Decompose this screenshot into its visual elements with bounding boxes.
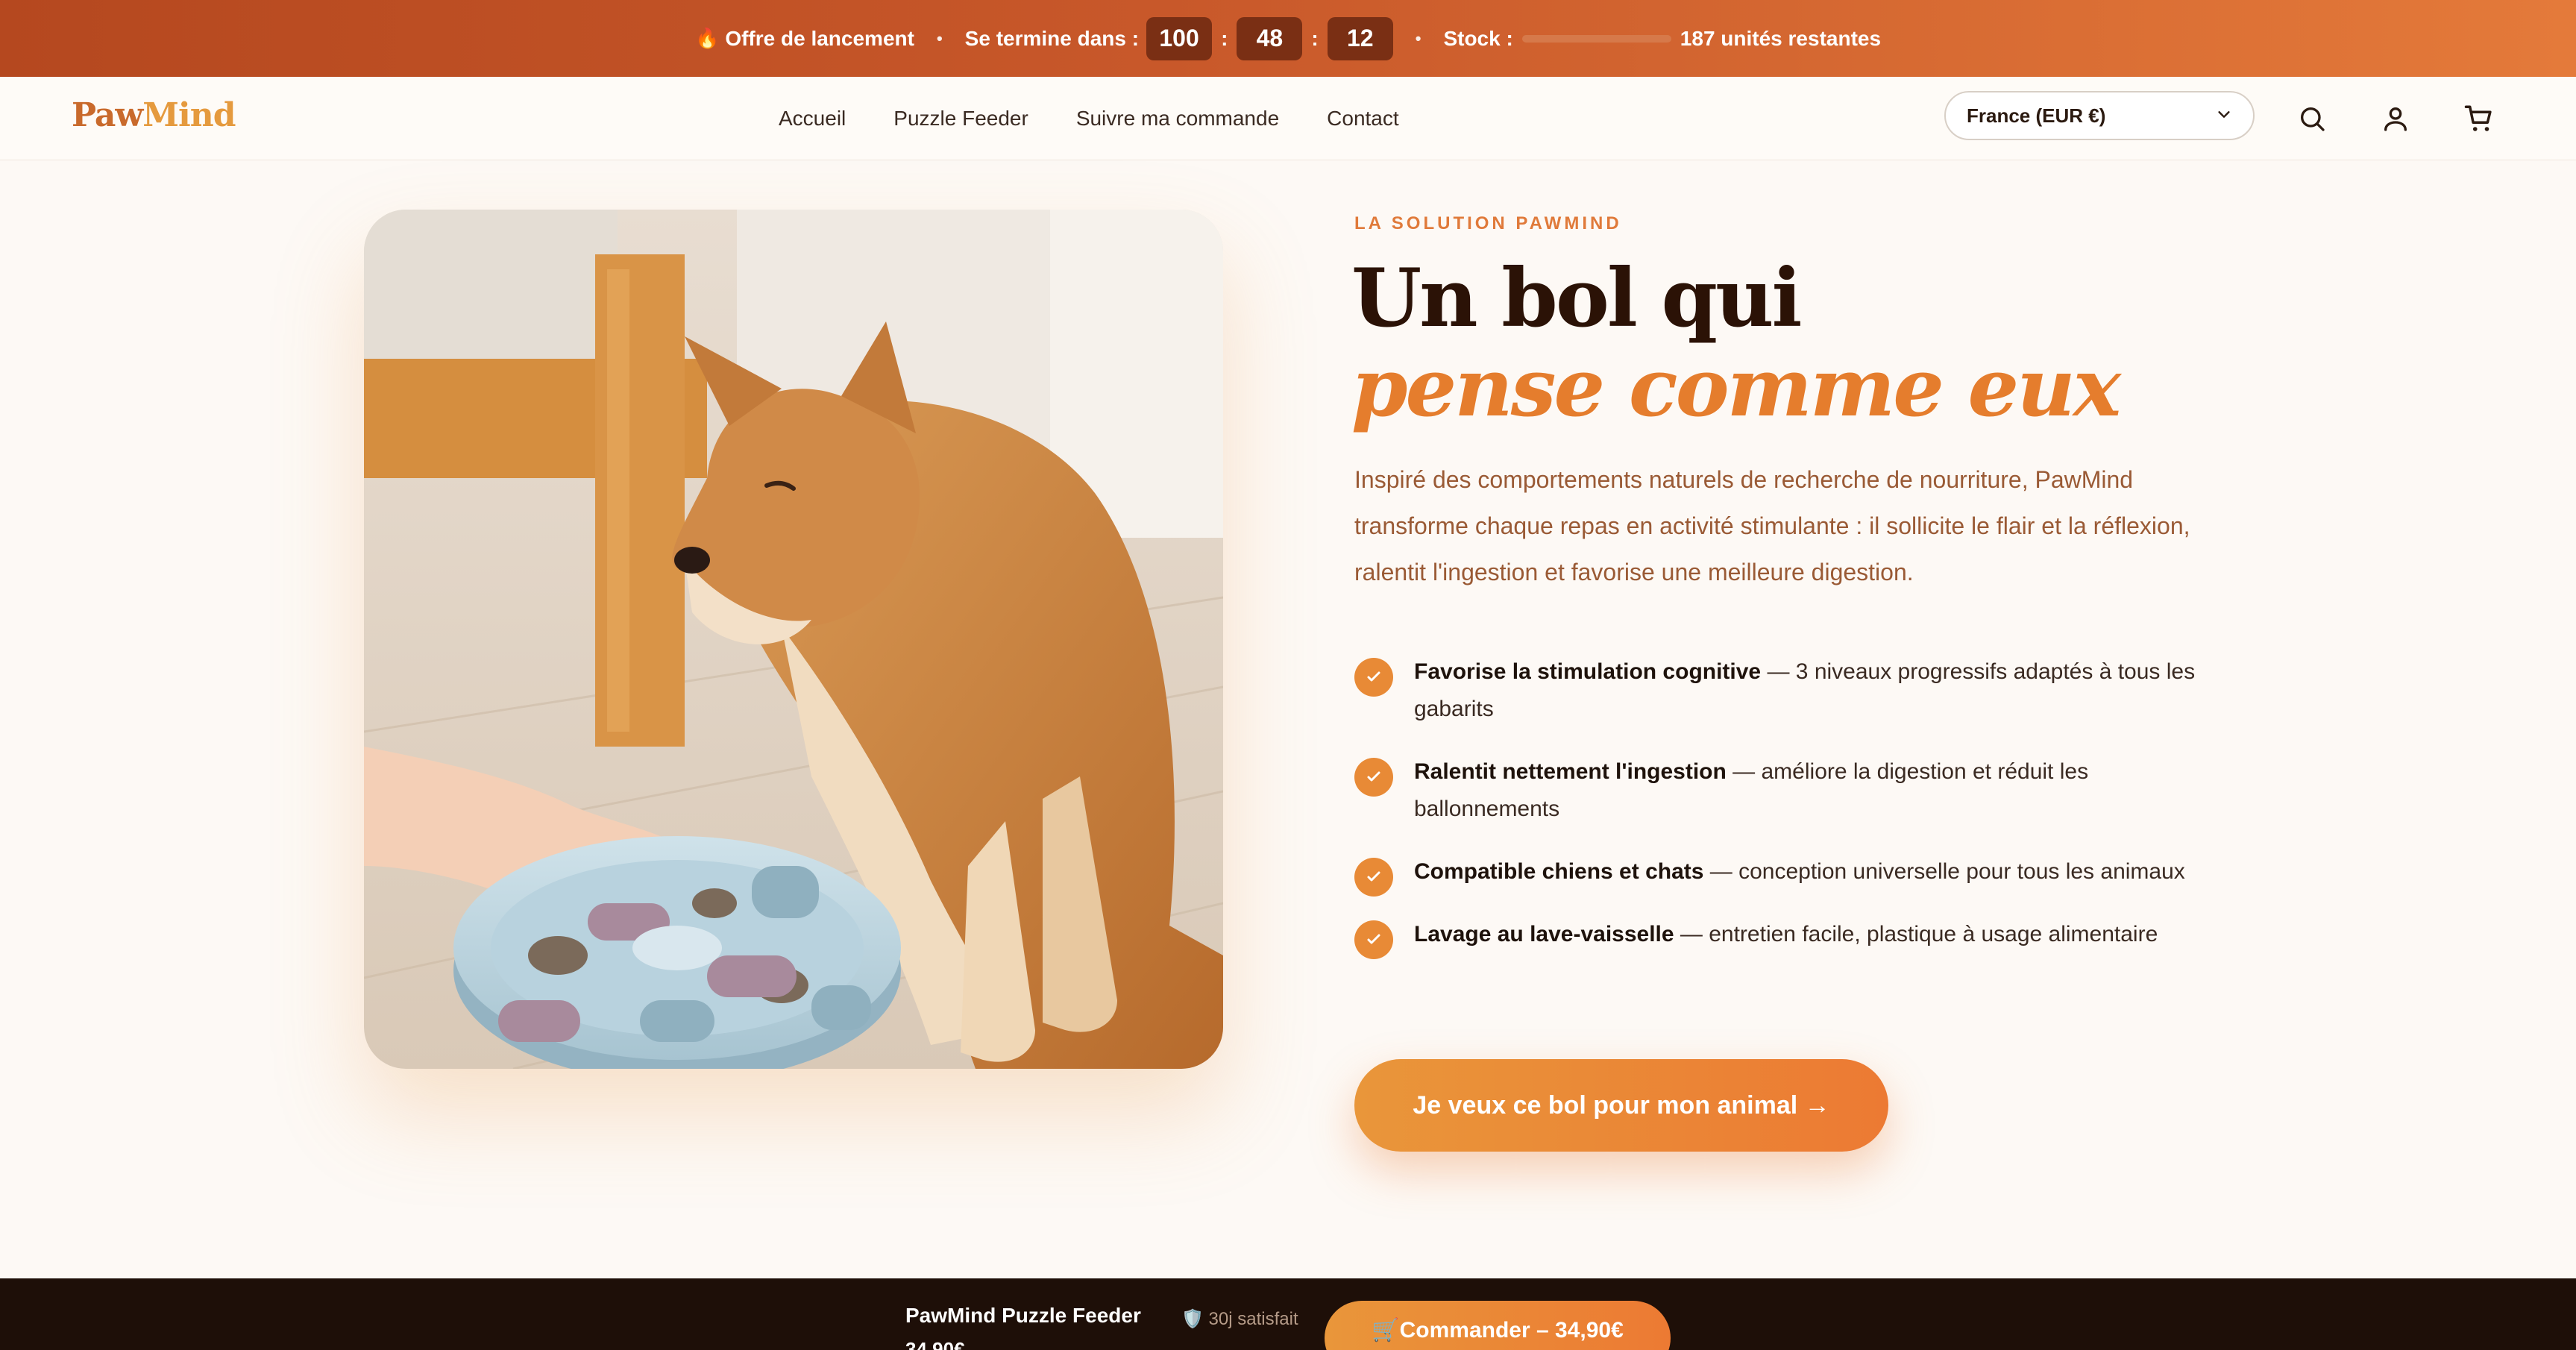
timer-hours: 100 [1146,16,1213,60]
country-currency-select[interactable]: France (EUR €) [1944,91,2255,140]
feature-item: Compatible chiens et chats — conception … [1354,853,2205,897]
account-icon[interactable] [2373,96,2418,141]
check-icon [1354,920,1393,959]
nav-suivre-commande[interactable]: Suivre ma commande [1076,107,1279,131]
feature-item: Favorise la stimulation cognitive — 3 ni… [1354,653,2205,728]
order-button[interactable]: 🛒Commander – 34,90€ [1325,1301,1671,1350]
hero-title-line2: pense comme eux [1351,341,2121,435]
logo-part-paw: Paw [72,96,143,134]
logo[interactable]: PawMind [72,96,236,134]
hero-eyebrow: LA SOLUTION PAWMIND [1354,213,1622,233]
check-icon [1354,658,1393,697]
hero-lead: Inspiré des comportements naturels de re… [1354,466,2190,585]
flame-icon: 🔥 [694,27,720,49]
feature-title: Lavage au lave-vaisselle [1414,922,1674,946]
hero-title: Un bol qui pense comme eux [1351,254,2246,433]
sticky-product-name: PawMind Puzzle Feeder [905,1304,1141,1327]
stock-label: Stock : [1443,26,1513,50]
feature-title: Favorise la stimulation cognitive [1414,659,1762,684]
dog-with-puzzle-feeder-illustration [364,210,1223,1069]
feature-text: — conception universelle pour tous les a… [1703,859,2185,884]
logo-part-mind: Mind [142,96,236,134]
product-hero-image [364,210,1223,1069]
nav-contact[interactable]: Contact [1327,107,1399,131]
timer-colon: : [1221,26,1228,50]
stock-progress-bar [1521,34,1671,43]
check-icon [1354,858,1393,897]
satisfaction-badge: 🛡️ 30j satisfait [1181,1309,1298,1329]
feature-text: — entretien facile, plastique à usage al… [1674,922,2158,946]
timer-seconds: 12 [1327,16,1393,60]
sticky-product-price: 34,90€ [905,1338,965,1350]
main-nav: Accueil Puzzle Feeder Suivre ma commande… [779,77,1447,160]
sticky-order-bar: PawMind Puzzle Feeder 34,90€ 🛡️ 30j sati… [0,1278,2576,1350]
feature-title: Ralentit nettement l'ingestion [1414,759,1727,784]
search-icon[interactable] [2290,96,2334,141]
offer-label: Offre de lancement [725,26,914,50]
announcement-bar: 🔥 Offre de lancement • Se termine dans :… [0,0,2576,77]
nav-accueil[interactable]: Accueil [779,107,846,131]
hero-cta-button[interactable]: Je veux ce bol pour mon animal → [1354,1059,1888,1152]
hero-title-line1: Un bol qui [1351,251,1803,345]
country-select-value: France (EUR €) [1967,104,2106,127]
timer-minutes: 48 [1237,16,1303,60]
feature-item: Lavage au lave-vaisselle — entretien fac… [1354,916,2205,959]
feature-list: Favorise la stimulation cognitive — 3 ni… [1354,653,2205,979]
cart-icon[interactable] [2457,96,2501,141]
timer-colon: : [1311,26,1319,50]
feature-title: Compatible chiens et chats [1414,859,1704,884]
ends-label: Se termine dans : [964,26,1140,50]
stock-remaining: 187 unités restantes [1680,26,1882,50]
site-header: PawMind Accueil Puzzle Feeder Suivre ma … [0,77,2576,160]
chevron-down-icon [2216,104,2232,128]
nav-puzzle-feeder[interactable]: Puzzle Feeder [893,107,1028,131]
separator-dot: • [936,28,943,48]
check-icon [1354,758,1393,797]
separator-dot: • [1415,28,1421,48]
feature-item: Ralentit nettement l'ingestion — amélior… [1354,753,2205,828]
